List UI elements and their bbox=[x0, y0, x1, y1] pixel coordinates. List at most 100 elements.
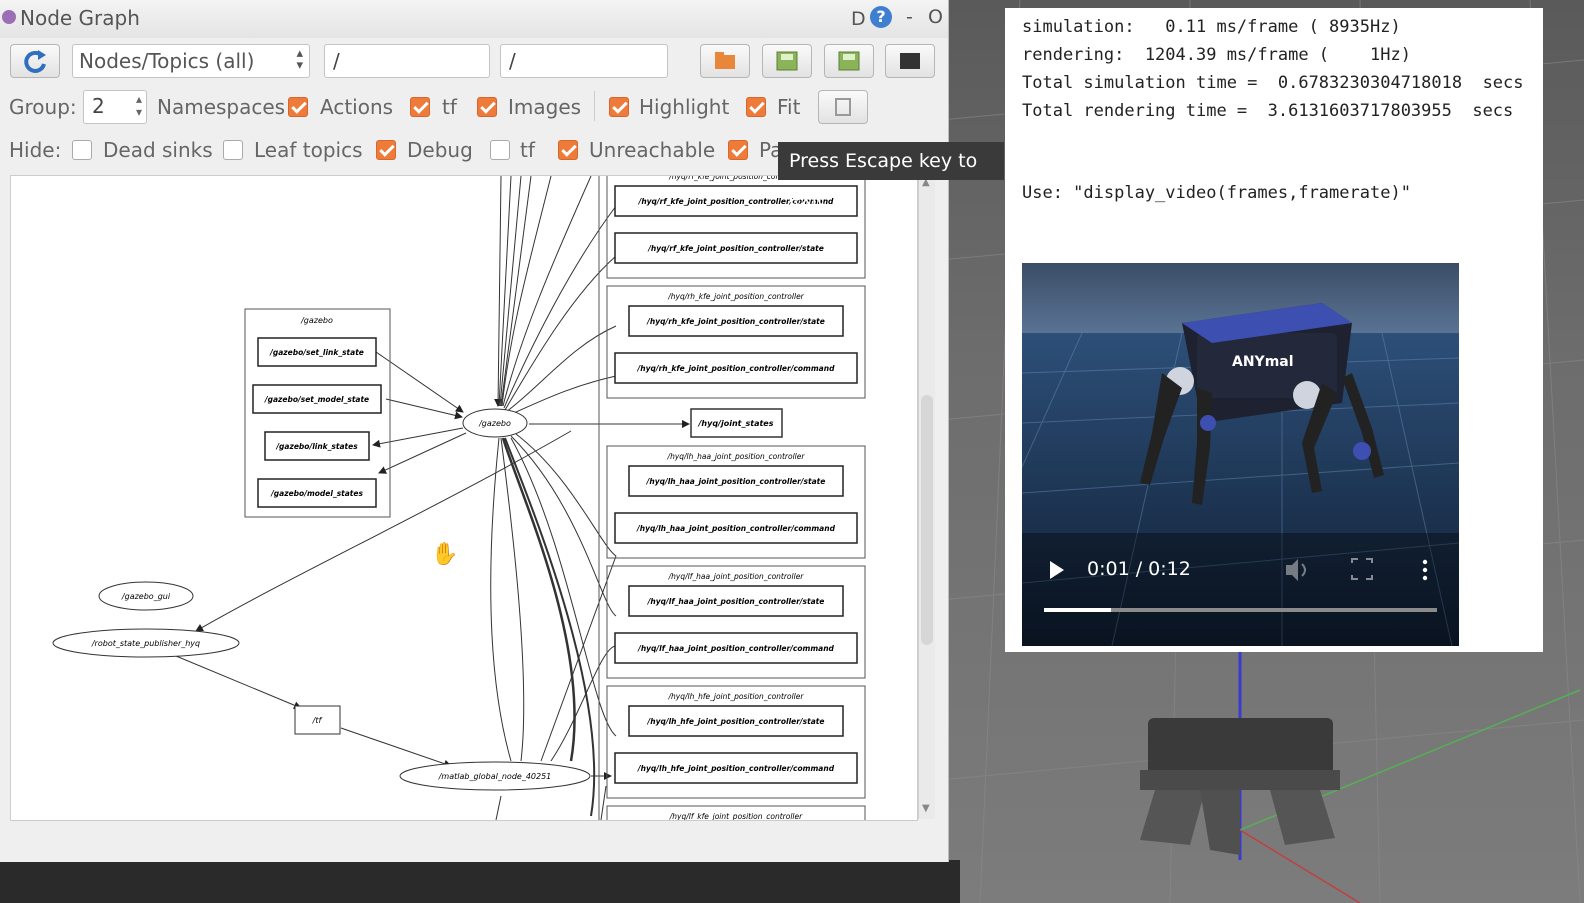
unreachable-checkbox[interactable] bbox=[558, 140, 578, 160]
video-progress-bar[interactable] bbox=[1044, 608, 1437, 612]
actions-label: Actions bbox=[320, 95, 394, 119]
joint-states-label: /hyq/joint_states bbox=[698, 419, 774, 428]
graph-edges bbox=[175, 176, 690, 820]
params-checkbox[interactable] bbox=[728, 140, 748, 160]
dead-sinks-label: Dead sinks bbox=[103, 138, 213, 162]
rendering-rate-text: rendering: 1204.39 ms/frame ( 1Hz) bbox=[1022, 45, 1411, 65]
tf-topic-label: /tf bbox=[312, 716, 323, 725]
debug-checkbox[interactable] bbox=[376, 140, 396, 160]
graph-mode-select[interactable]: Nodes/Topics (all) ▴ ▾ bbox=[72, 44, 310, 78]
unreachable-label: Unreachable bbox=[589, 138, 716, 162]
gazebo-topic-label: /gazebo/set_link_state bbox=[269, 348, 364, 357]
graph-mode-value: Nodes/Topics (all) bbox=[79, 49, 255, 73]
dead-sinks-checkbox[interactable] bbox=[72, 140, 92, 160]
leaf-topics-checkbox[interactable] bbox=[223, 140, 243, 160]
folder-icon bbox=[715, 52, 735, 69]
controller-cluster-label: /hyq/rh_kfe_joint_position_controller bbox=[667, 292, 804, 301]
simulation-rate-text: simulation: 0.11 ms/frame ( 8935Hz) bbox=[1022, 17, 1401, 37]
controller-topic-label: /hyq/lf_haa_joint_position_controller/co… bbox=[637, 644, 834, 653]
graph-svg: /gazebo /gazebo/set_link_state/gazebo/se… bbox=[52, 176, 866, 820]
spin-arrows-icon: ▴ ▾ bbox=[135, 92, 142, 119]
gazebo-node-label: /gazebo bbox=[478, 419, 511, 428]
tf-hide-label: tf bbox=[520, 138, 535, 162]
gazebo-topic-label: /gazebo/link_states bbox=[275, 442, 358, 451]
save-dot-button[interactable] bbox=[762, 44, 812, 78]
node-graph-window: Node Graph D ? - O Nodes/Topics (all) ▴ ▾… bbox=[0, 0, 949, 862]
tf-group-label: tf bbox=[442, 95, 457, 119]
usage-text: Use: "display_video(frames,framerate)" bbox=[1022, 183, 1411, 203]
gazebo-gui-label: /gazebo_gui bbox=[121, 592, 171, 601]
robot-model bbox=[1140, 718, 1340, 855]
controller-topic-label: /hyq/lh_haa_joint_position_controller/co… bbox=[636, 524, 836, 533]
dock-button[interactable]: D bbox=[851, 8, 866, 30]
select-arrows-icon: ▴ ▾ bbox=[296, 46, 303, 73]
load-dot-button[interactable] bbox=[700, 44, 750, 78]
screen-icon bbox=[900, 53, 920, 69]
controller-topic-label: /hyq/lh_hfe_joint_position_controller/co… bbox=[637, 764, 835, 773]
save-svg-button[interactable] bbox=[824, 44, 874, 78]
controller-topic-label: /hyq/lh_hfe_joint_position_controller/st… bbox=[647, 717, 825, 726]
total-rendering-text: Total rendering time = 3.613160371780395… bbox=[1022, 101, 1514, 121]
save-image-icon bbox=[776, 51, 798, 71]
save-svg-icon bbox=[838, 51, 860, 71]
controller-cluster-label: /hyq/lh_haa_joint_position_controller bbox=[667, 452, 806, 461]
gazebo-topic-label: /gazebo/model_states bbox=[270, 489, 363, 498]
app-logo-icon bbox=[2, 10, 16, 24]
highlight-label: Highlight bbox=[639, 95, 730, 119]
hand-cursor-icon: ✋ bbox=[431, 541, 458, 567]
video-player[interactable]: ANYmal 0:01 / 0:12 bbox=[1022, 263, 1459, 646]
controller-cluster-label: /hyq/lh_hfe_joint_position_controller bbox=[668, 692, 805, 701]
video-progress-fill bbox=[1044, 608, 1111, 612]
gazebo-topic-label: /gazebo/set_model_state bbox=[264, 395, 369, 404]
divider bbox=[594, 91, 595, 121]
controller-topic-label: /hyq/rh_kfe_joint_position_controller/co… bbox=[637, 364, 836, 373]
graph-canvas[interactable]: /gazebo /gazebo/set_link_state/gazebo/se… bbox=[10, 175, 918, 821]
gazebo-cluster-label: /gazebo bbox=[300, 316, 333, 325]
node-filter-input[interactable]: / bbox=[324, 44, 490, 78]
fit-view-icon bbox=[835, 98, 851, 116]
highlight-checkbox[interactable] bbox=[609, 97, 629, 117]
images-checkbox[interactable] bbox=[477, 97, 497, 117]
matlab-node-label: /matlab_global_node_40251 bbox=[438, 772, 552, 781]
save-image-button[interactable] bbox=[885, 44, 935, 78]
images-label: Images bbox=[508, 95, 582, 119]
hide-label: Hide: bbox=[9, 138, 62, 162]
group-label: Group: bbox=[9, 95, 77, 119]
controller-cluster-label: /hyq/lf_kfe_joint_position_controller bbox=[669, 812, 803, 820]
video-time: 0:01 / 0:12 bbox=[1087, 558, 1191, 580]
window-title: Node Graph bbox=[20, 6, 140, 30]
actions-checkbox[interactable] bbox=[288, 97, 308, 117]
scrollbar-thumb[interactable] bbox=[921, 395, 933, 645]
help-icon[interactable]: ? bbox=[870, 6, 892, 28]
controller-topic-label: /hyq/rh_kfe_joint_position_controller/st… bbox=[646, 317, 825, 326]
topic-filter-input[interactable]: / bbox=[500, 44, 668, 78]
controller-cluster-label: /hyq/lf_haa_joint_position_controller bbox=[668, 572, 805, 581]
tf-group-checkbox[interactable] bbox=[410, 97, 430, 117]
namespaces-label: Namespaces bbox=[157, 95, 286, 119]
graph-scrollbar[interactable]: ▲ ▼ bbox=[918, 175, 935, 819]
fit-checkbox[interactable] bbox=[746, 97, 766, 117]
debug-label: Debug bbox=[407, 138, 473, 162]
fit-in-view-button[interactable] bbox=[818, 90, 868, 124]
notebook-output-panel: simulation: 0.11 ms/frame ( 8935Hz) rend… bbox=[1005, 8, 1543, 652]
more-options-icon[interactable] bbox=[1422, 559, 1428, 581]
minimize-button[interactable]: - bbox=[906, 6, 913, 28]
escape-tooltip: Press Escape key to exit bbox=[778, 142, 1004, 210]
robot-state-publisher-label: /robot_state_publisher_hyq bbox=[91, 639, 200, 648]
fit-label: Fit bbox=[777, 95, 801, 119]
refresh-icon bbox=[24, 50, 46, 73]
total-simulation-text: Total simulation time = 0.67832303047180… bbox=[1022, 73, 1524, 93]
taskbar-strip bbox=[0, 860, 960, 903]
scroll-down-icon[interactable]: ▼ bbox=[922, 803, 930, 814]
group-value: 2 bbox=[92, 94, 105, 118]
robot-logo-text: ANYmal bbox=[1232, 354, 1294, 370]
controller-topic-label: /hyq/rf_kfe_joint_position_controller/st… bbox=[647, 244, 824, 253]
controller-topic-label: /hyq/lf_haa_joint_position_controller/st… bbox=[647, 597, 825, 606]
controller-topic-label: /hyq/lh_haa_joint_position_controller/st… bbox=[646, 477, 826, 486]
refresh-button[interactable] bbox=[10, 44, 60, 78]
group-spinbox[interactable]: 2 ▴ ▾ bbox=[83, 90, 147, 124]
leaf-topics-label: Leaf topics bbox=[254, 138, 363, 162]
close-button[interactable]: O bbox=[928, 6, 943, 28]
window-titlebar[interactable]: Node Graph D ? - O bbox=[0, 0, 948, 38]
tf-hide-checkbox[interactable] bbox=[490, 140, 510, 160]
